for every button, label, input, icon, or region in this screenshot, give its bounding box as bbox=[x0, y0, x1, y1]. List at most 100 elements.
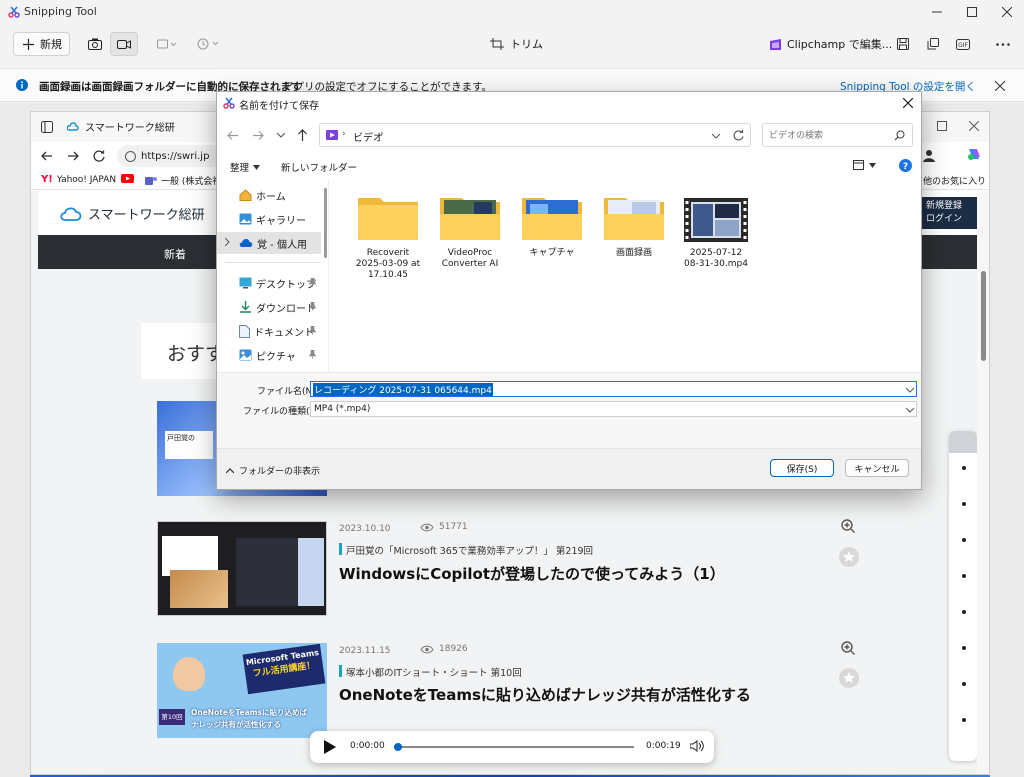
side-menu-dot[interactable] bbox=[962, 502, 966, 506]
zoom-icon[interactable] bbox=[841, 519, 855, 533]
close-button[interactable] bbox=[990, 0, 1024, 24]
seek-track[interactable] bbox=[394, 743, 634, 751]
delay-dropdown[interactable] bbox=[193, 32, 223, 56]
breadcrumb-sep-icon: › bbox=[342, 129, 346, 139]
bookmark-yahoo[interactable]: Y! Yahoo! JAPAN bbox=[41, 174, 116, 185]
tab-actions-icon[interactable] bbox=[41, 121, 53, 133]
save-dialog-button[interactable]: 保存(S) bbox=[770, 459, 834, 477]
article-2-title[interactable]: OneNoteをTeamsに貼り込めばナレッジ共有が活性化する bbox=[339, 684, 751, 705]
help-icon[interactable]: ? bbox=[899, 159, 912, 172]
search-input[interactable] bbox=[769, 128, 887, 143]
up-arrow-icon[interactable] bbox=[297, 129, 308, 141]
recent-dropdown-icon[interactable] bbox=[277, 132, 285, 138]
onedrive-icon bbox=[239, 238, 253, 248]
video-file-item[interactable]: 2025-07-12 08-31-30.mp4 bbox=[680, 192, 752, 270]
scrollbar-thumb[interactable] bbox=[981, 271, 986, 361]
address-bar[interactable]: https://swri.jp bbox=[117, 145, 227, 167]
youtube-icon[interactable] bbox=[121, 174, 134, 183]
nav-downloads[interactable]: ダウンロード bbox=[217, 296, 321, 318]
article-1-title[interactable]: WindowsにCopilotが登場したので使ってみよう（1） bbox=[339, 563, 725, 584]
seek-thumb[interactable] bbox=[394, 743, 402, 751]
filetype-select[interactable]: MP4 (*.mp4) bbox=[310, 401, 917, 417]
article-1-series[interactable]: 戸田覚の「Microsoft 365で業務効率アップ！」 第219回 bbox=[346, 543, 593, 557]
pin-icon[interactable] bbox=[309, 350, 316, 359]
info-icon bbox=[16, 79, 28, 91]
nav-documents[interactable]: ドキュメント bbox=[217, 320, 321, 342]
browser-restore-icon[interactable] bbox=[937, 121, 947, 131]
organize-button[interactable]: 整理 bbox=[230, 160, 261, 174]
filename-input[interactable]: レコーディング 2025-07-31 065644.mp4 bbox=[313, 383, 493, 396]
record-mode-button[interactable] bbox=[110, 32, 138, 56]
folder-item[interactable]: Recoverit 2025-03-09 at 17.10.45 bbox=[352, 192, 424, 281]
other-bookmarks[interactable]: 他のお気に入り bbox=[923, 174, 986, 187]
side-menu-dot[interactable] bbox=[962, 718, 966, 722]
gif-button[interactable]: GIF bbox=[953, 34, 973, 54]
dialog-close-button[interactable] bbox=[899, 94, 917, 112]
save-button[interactable] bbox=[893, 34, 913, 54]
screenshot-mode-button[interactable] bbox=[82, 32, 108, 56]
nav-pane-scrollbar[interactable] bbox=[324, 188, 327, 258]
hide-folders-toggle[interactable]: フォルダーの非表示 bbox=[226, 464, 320, 477]
chevron-down-icon[interactable] bbox=[712, 133, 720, 139]
page-scrollbar[interactable] bbox=[977, 191, 989, 774]
profile-icon[interactable] bbox=[921, 147, 937, 163]
side-menu-dot[interactable] bbox=[962, 646, 966, 650]
play-button[interactable] bbox=[324, 740, 336, 754]
bookmark-ippan[interactable]: 一般 (株式会社 bbox=[145, 174, 221, 187]
filename-field[interactable]: レコーディング 2025-07-31 065644.mp4 bbox=[310, 381, 917, 397]
nav-gallery[interactable]: ギャラリー bbox=[217, 208, 321, 230]
back-arrow-icon[interactable] bbox=[227, 130, 239, 141]
back-icon[interactable] bbox=[41, 150, 53, 162]
trim-button[interactable]: トリム bbox=[490, 36, 543, 52]
maximize-button[interactable] bbox=[955, 0, 989, 24]
article-thumbnail-3[interactable]: Microsoft Teams フル活用講座！ 第10回 OneNoteをTea… bbox=[157, 643, 327, 738]
nav-home[interactable]: ホーム bbox=[217, 184, 321, 206]
clipchamp-label: Clipchamp で編集... bbox=[787, 38, 893, 51]
forward-arrow-icon[interactable] bbox=[252, 130, 264, 141]
cancel-dialog-button[interactable]: キャンセル bbox=[845, 459, 909, 477]
browser-close-icon[interactable] bbox=[969, 121, 979, 131]
chevron-down-icon[interactable] bbox=[906, 387, 914, 393]
clipchamp-button[interactable]: Clipchamp で編集... bbox=[769, 36, 892, 52]
more-options-button[interactable] bbox=[993, 34, 1013, 54]
breadcrumb-videos[interactable]: ビデオ bbox=[353, 129, 383, 144]
favorite-star-icon[interactable] bbox=[839, 668, 859, 688]
tab-title: スマートワーク総研 bbox=[85, 123, 175, 134]
new-folder-button[interactable]: 新しいフォルダー bbox=[281, 160, 357, 174]
nav-desktop[interactable]: デスクトップ bbox=[217, 272, 321, 294]
breadcrumb-bar[interactable]: › ビデオ › bbox=[319, 123, 751, 147]
folder-item[interactable]: キャプチャ bbox=[516, 192, 588, 259]
side-menu-dot[interactable] bbox=[962, 682, 966, 686]
pin-icon[interactable] bbox=[309, 278, 316, 287]
side-menu-dot[interactable] bbox=[962, 538, 966, 542]
zoom-icon[interactable] bbox=[841, 641, 855, 655]
browser-tab[interactable]: スマートワーク総研 bbox=[67, 119, 175, 134]
side-menu-dot[interactable] bbox=[962, 466, 966, 470]
pin-icon[interactable] bbox=[309, 326, 316, 335]
volume-button[interactable] bbox=[690, 740, 704, 752]
forward-icon[interactable] bbox=[67, 150, 79, 162]
side-menu-dot[interactable] bbox=[962, 610, 966, 614]
snip-shape-dropdown[interactable] bbox=[152, 32, 182, 56]
folder-item[interactable]: 画面録画 bbox=[598, 192, 670, 259]
minimize-button[interactable] bbox=[920, 0, 954, 24]
article-thumbnail-2[interactable] bbox=[157, 521, 327, 616]
copilot-icon[interactable] bbox=[966, 146, 982, 162]
site-logo[interactable]: スマートワーク総研 bbox=[60, 204, 205, 223]
thumb2-sidebar bbox=[298, 538, 324, 606]
refresh-icon[interactable] bbox=[93, 150, 105, 162]
article-2-series[interactable]: 塚本小都のITショート・ショート 第10回 bbox=[346, 665, 522, 679]
view-options-button[interactable] bbox=[853, 160, 876, 170]
refresh-icon[interactable] bbox=[733, 130, 744, 141]
pin-icon[interactable] bbox=[309, 302, 316, 311]
copy-button[interactable] bbox=[923, 34, 943, 54]
new-button[interactable]: 新規 bbox=[13, 32, 70, 56]
folder-item[interactable]: VideoProc Converter AI bbox=[434, 192, 506, 270]
nav-onedrive[interactable]: 覚 - 個人用 bbox=[217, 232, 321, 254]
dismiss-info-button[interactable] bbox=[992, 78, 1008, 94]
side-menu-dot[interactable] bbox=[962, 574, 966, 578]
nav-pictures[interactable]: ピクチャ bbox=[217, 344, 321, 366]
nav-item-new[interactable]: 新着 bbox=[164, 246, 186, 262]
search-field[interactable] bbox=[762, 123, 913, 147]
favorite-star-icon[interactable] bbox=[839, 547, 859, 567]
